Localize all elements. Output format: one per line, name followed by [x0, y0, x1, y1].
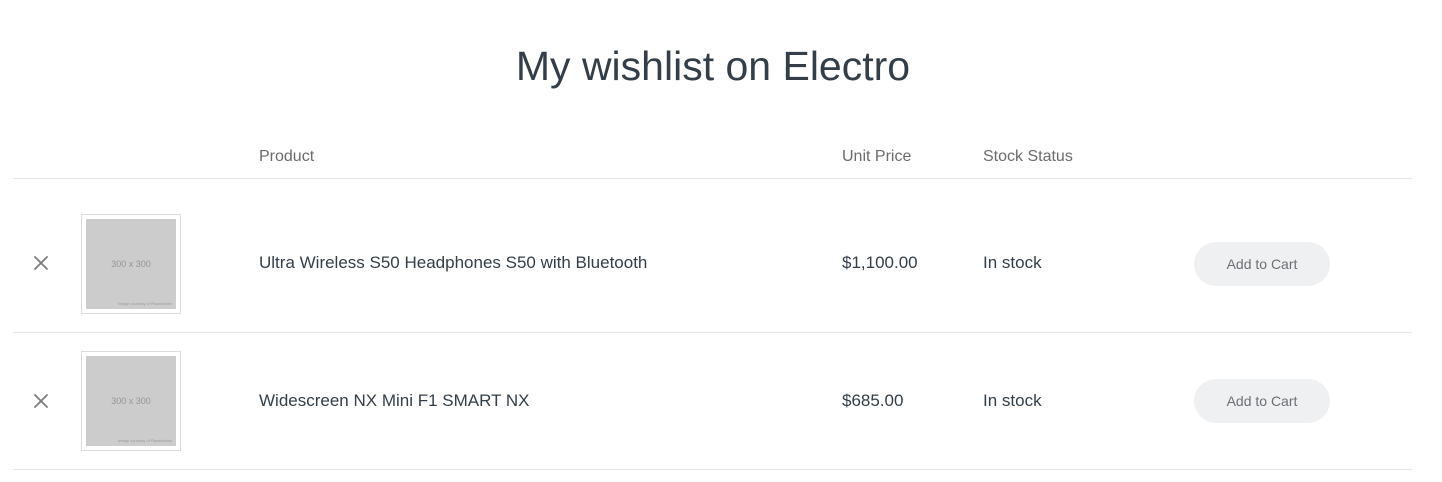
- image-size-label: 300 x 300: [111, 396, 151, 406]
- product-name-link[interactable]: Ultra Wireless S50 Headphones S50 with B…: [259, 252, 647, 274]
- product-thumbnail[interactable]: 300 x 300 Image courtesy of Placeholder: [81, 351, 181, 451]
- product-thumbnail[interactable]: 300 x 300 Image courtesy of Placeholder: [81, 214, 181, 314]
- remove-item-button[interactable]: [31, 391, 51, 411]
- unit-price: $1,100.00: [842, 253, 918, 272]
- page-title: My wishlist on Electro: [515, 43, 911, 89]
- table-row: 300 x 300 Image courtesy of Placeholder …: [13, 179, 1412, 333]
- stock-status: In stock: [983, 253, 1042, 272]
- header-unit-price: Unit Price: [842, 148, 912, 165]
- close-icon: [34, 394, 48, 408]
- add-to-cart-button[interactable]: Add to Cart: [1194, 242, 1330, 286]
- product-image-placeholder: 300 x 300 Image courtesy of Placeholder: [86, 219, 176, 309]
- close-icon: [34, 256, 48, 270]
- product-image-placeholder: 300 x 300 Image courtesy of Placeholder: [86, 356, 176, 446]
- header-stock-status: Stock Status: [983, 148, 1073, 165]
- table-header: Product Unit Price Stock Status: [13, 130, 1412, 179]
- product-name-link[interactable]: Widescreen NX Mini F1 SMART NX: [259, 390, 530, 412]
- image-size-label: 300 x 300: [111, 259, 151, 269]
- add-to-cart-button[interactable]: Add to Cart: [1194, 379, 1330, 423]
- image-credit: Image courtesy of Placeholder: [117, 301, 172, 306]
- unit-price: $685.00: [842, 391, 904, 410]
- image-credit: Image courtesy of Placeholder: [117, 438, 172, 443]
- header-product: Product: [259, 148, 315, 165]
- wishlist-table: Product Unit Price Stock Status 300 x 30…: [13, 130, 1412, 470]
- table-row: 300 x 300 Image courtesy of Placeholder …: [13, 333, 1412, 470]
- stock-status: In stock: [983, 391, 1042, 410]
- remove-item-button[interactable]: [31, 253, 51, 273]
